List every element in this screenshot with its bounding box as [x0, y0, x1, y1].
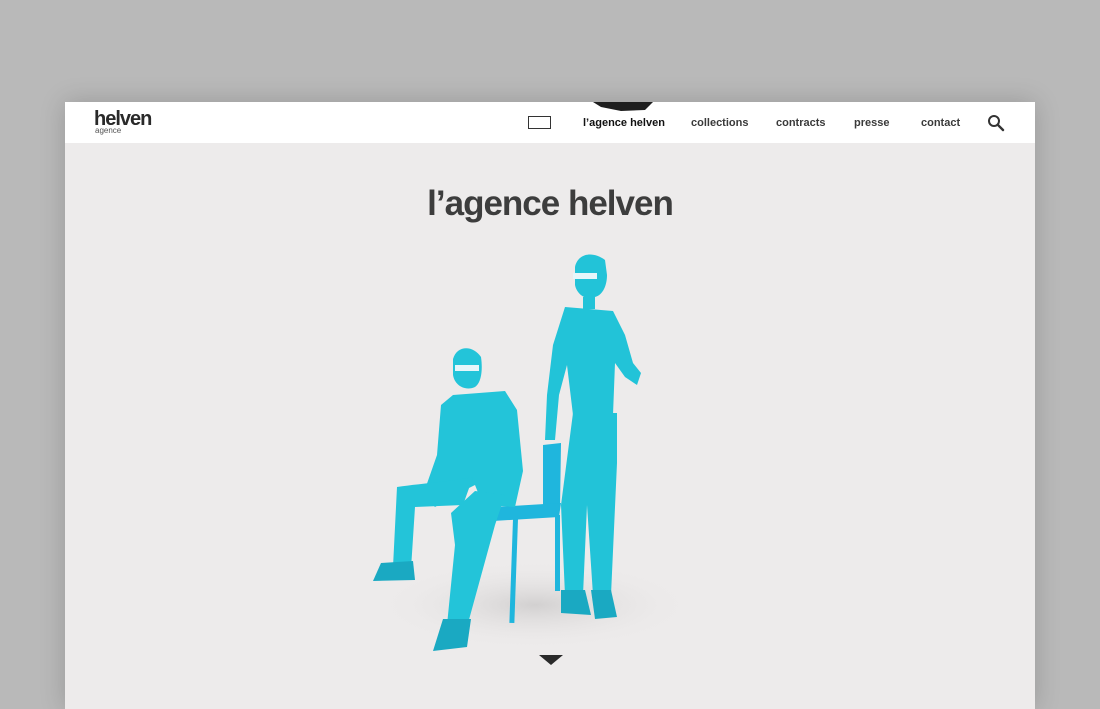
- nav-item-contact[interactable]: contact: [921, 116, 960, 130]
- nav-item-presse[interactable]: presse: [854, 116, 889, 130]
- browser-frame: helven agence l’agence helven collection…: [65, 102, 1035, 709]
- top-navigation-bar: helven agence l’agence helven collection…: [65, 102, 1035, 143]
- team-photo: [373, 254, 695, 651]
- menu-box-icon[interactable]: [528, 116, 551, 129]
- site-logo[interactable]: helven agence: [94, 109, 156, 137]
- menu-dropdown-tab-icon: [593, 102, 653, 111]
- logo-subtitle: agence: [95, 126, 122, 135]
- nav-item-agence[interactable]: l’agence helven: [583, 116, 665, 130]
- search-icon[interactable]: [987, 114, 1005, 132]
- page-title: l’agence helven: [427, 184, 674, 223]
- triangle-down-icon[interactable]: [539, 654, 563, 666]
- nav-item-collections[interactable]: collections: [691, 116, 748, 130]
- nav-item-contracts[interactable]: contracts: [776, 116, 826, 130]
